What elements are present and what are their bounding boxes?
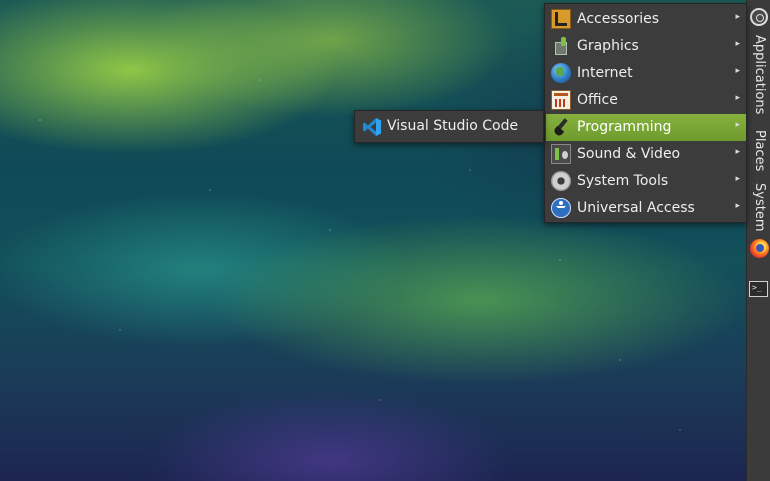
applications-menu: Accessories ▸ Graphics ▸ Internet ▸ Offi… [544, 3, 747, 223]
menu-item-label: Universal Access [577, 200, 695, 216]
graphics-icon [551, 36, 571, 56]
firefox-launcher-icon[interactable] [750, 239, 769, 258]
menu-item-internet[interactable]: Internet ▸ [546, 60, 746, 87]
menu-item-label: System Tools [577, 173, 669, 189]
menu-item-label: Internet [577, 65, 633, 81]
menu-item-office[interactable]: Office ▸ [546, 87, 746, 114]
system-menu-button[interactable]: System [749, 183, 769, 231]
submenu-arrow-icon: ▸ [735, 120, 740, 130]
menu-item-sound-video[interactable]: Sound & Video ▸ [546, 141, 746, 168]
menu-item-label: Sound & Video [577, 146, 681, 162]
menu-item-system-tools[interactable]: System Tools ▸ [546, 168, 746, 195]
submenu-arrow-icon: ▸ [735, 93, 740, 103]
programming-icon [551, 117, 571, 137]
menu-item-label: Programming [577, 119, 672, 135]
globe-icon [551, 63, 571, 83]
submenu-arrow-icon: ▸ [735, 201, 740, 211]
programming-submenu: Visual Studio Code [354, 110, 544, 143]
terminal-launcher-icon[interactable]: >_ [749, 281, 768, 297]
submenu-arrow-icon: ▸ [735, 66, 740, 76]
sound-video-icon [551, 144, 571, 164]
accessories-icon [551, 9, 571, 29]
right-panel: Applications Places System >_ [746, 0, 770, 481]
vscode-icon [363, 118, 381, 136]
ubuntu-logo-icon[interactable] [750, 8, 768, 26]
menu-item-label: Office [577, 92, 618, 108]
menu-item-programming[interactable]: Programming ▸ [546, 114, 746, 141]
submenu-item-visual-studio-code[interactable]: Visual Studio Code [356, 112, 542, 141]
places-menu-button[interactable]: Places [749, 130, 769, 171]
applications-menu-button[interactable]: Applications [749, 35, 769, 114]
menu-item-label: Graphics [577, 38, 639, 54]
gear-icon [551, 171, 571, 191]
menu-item-accessories[interactable]: Accessories ▸ [546, 6, 746, 33]
menu-item-label: Accessories [577, 11, 660, 27]
accessibility-icon [551, 198, 571, 218]
menu-item-graphics[interactable]: Graphics ▸ [546, 33, 746, 60]
submenu-arrow-icon: ▸ [735, 12, 740, 22]
office-icon [551, 90, 571, 110]
submenu-arrow-icon: ▸ [735, 39, 740, 49]
submenu-arrow-icon: ▸ [735, 147, 740, 157]
submenu-item-label: Visual Studio Code [387, 118, 519, 134]
submenu-arrow-icon: ▸ [735, 174, 740, 184]
menu-item-universal-access[interactable]: Universal Access ▸ [546, 195, 746, 222]
